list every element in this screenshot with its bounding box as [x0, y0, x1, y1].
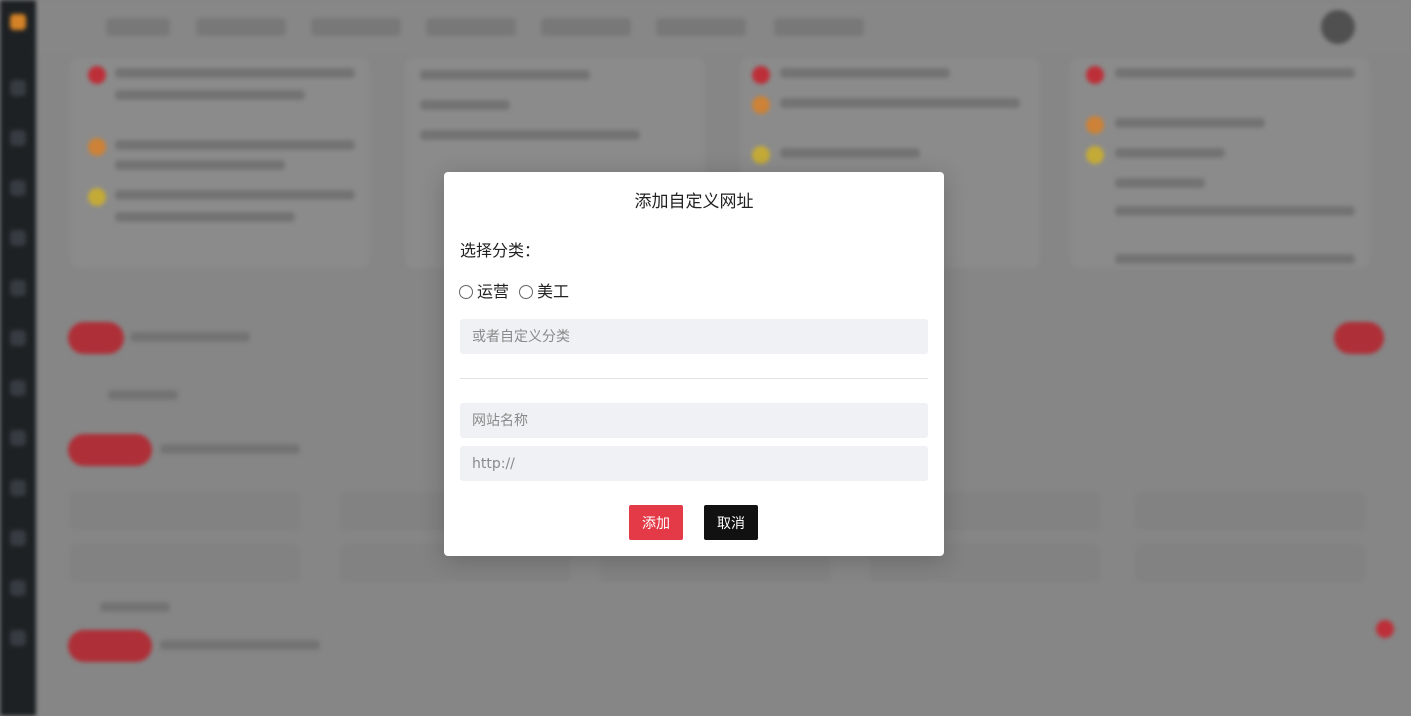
divider — [460, 378, 928, 379]
add-custom-url-dialog: 添加自定义网址 选择分类： 运营 美工 添加 取消 — [444, 172, 944, 556]
cancel-button[interactable]: 取消 — [704, 505, 758, 540]
dialog-title: 添加自定义网址 — [634, 192, 754, 212]
radio-unchecked-icon[interactable] — [459, 285, 473, 299]
category-option-yunying[interactable]: 运营 — [459, 282, 509, 302]
category-label: 选择分类： — [460, 241, 541, 260]
category-option-label: 运营 — [477, 282, 510, 301]
category-radio-group: 运营 美工 — [459, 282, 579, 302]
category-option-meigong[interactable]: 美工 — [519, 282, 569, 302]
site-name-input[interactable] — [460, 403, 928, 438]
category-option-label: 美工 — [537, 282, 570, 301]
add-button[interactable]: 添加 — [629, 505, 683, 540]
radio-unchecked-icon[interactable] — [519, 285, 534, 299]
url-input[interactable] — [460, 446, 928, 481]
custom-category-input[interactable] — [460, 319, 928, 354]
